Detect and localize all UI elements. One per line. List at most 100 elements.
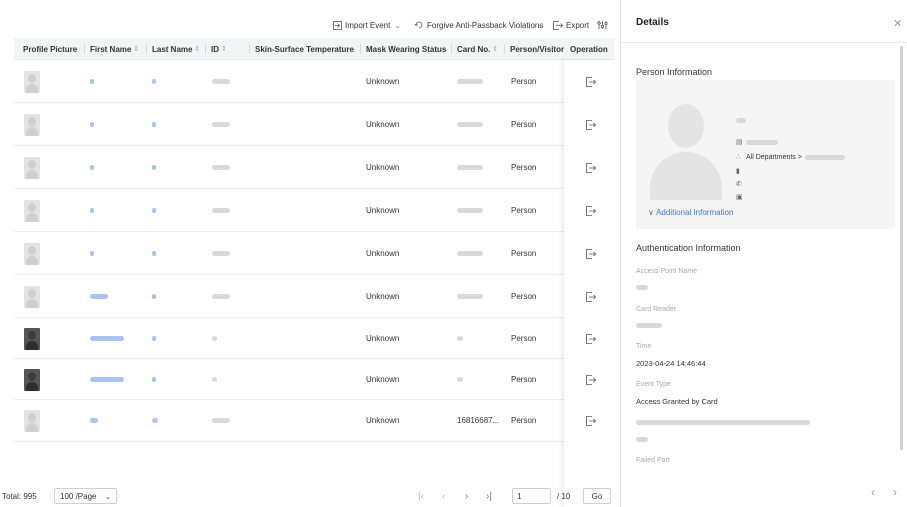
person-id-line: ▤ [736, 137, 778, 147]
profile-picture [24, 200, 40, 222]
first-name-cell[interactable] [90, 359, 124, 399]
table-row[interactable]: Unknown Person [14, 146, 615, 189]
next-page-icon[interactable]: › [465, 486, 468, 507]
event-type-value: Access Granted by Card [636, 397, 718, 406]
first-page-icon[interactable]: |‹ [418, 486, 424, 507]
table-row[interactable]: Unknown Person [14, 60, 615, 103]
col-card-no[interactable]: Card No. ⇕ [457, 38, 498, 60]
profile-picture [24, 71, 40, 93]
table-row[interactable]: Unknown Person [14, 189, 615, 232]
details-scrollbar[interactable] [900, 46, 903, 450]
view-details-icon[interactable] [586, 374, 596, 385]
table-row[interactable]: Unknown Person [14, 232, 615, 275]
first-name-cell[interactable] [90, 275, 108, 317]
last-page-icon[interactable]: ›| [486, 486, 492, 507]
first-name-cell[interactable] [90, 400, 98, 441]
view-details-icon[interactable] [586, 333, 596, 344]
additional-info-link[interactable]: ∨ Additional Information [648, 208, 733, 217]
id-cell [212, 146, 230, 188]
col-label: Operation [570, 44, 608, 54]
col-operation: Operation [570, 38, 608, 60]
table-row[interactable]: Unknown Person [14, 275, 615, 318]
column-divider [360, 44, 361, 54]
import-event-button[interactable]: Import Event ⌄ [333, 12, 401, 38]
view-details-icon[interactable] [586, 248, 596, 259]
view-details-icon[interactable] [586, 119, 596, 130]
last-name-cell[interactable] [152, 60, 156, 102]
col-id[interactable]: ID ⇕ [211, 38, 227, 60]
last-name-cell[interactable] [152, 146, 156, 188]
view-details-icon[interactable] [586, 205, 596, 216]
last-name-cell[interactable] [152, 189, 156, 231]
table-row[interactable]: Unknown Person [14, 318, 615, 359]
last-name-cell[interactable] [152, 232, 156, 274]
details-panel: Details ✕ Person Information ▤ ∴ All Depa… [621, 0, 907, 507]
sort-icon[interactable]: ⇕ [221, 45, 227, 53]
table-row[interactable]: Unknown Person [14, 359, 615, 400]
prev-page-icon[interactable]: ‹ [442, 486, 445, 507]
view-details-icon[interactable] [586, 162, 596, 173]
sort-icon[interactable]: ⇕ [194, 45, 200, 53]
col-profile-picture: Profile Picture [23, 38, 77, 60]
first-name-cell[interactable] [90, 60, 94, 102]
person-visitor-cell: Person [511, 248, 537, 258]
first-name-cell[interactable] [90, 146, 94, 188]
page-size-select[interactable]: 100 /Page ⌄ [54, 488, 118, 504]
toolbar: Import Event ⌄ Forgive Anti-Passback Vio… [0, 12, 617, 38]
mask-status-cell: Unknown [366, 205, 400, 215]
sort-icon[interactable]: ⇕ [133, 45, 139, 53]
access-point-label: Access Point Name [636, 268, 698, 275]
last-name-cell[interactable] [152, 318, 156, 358]
double-chevron-down-icon: ∨ [648, 208, 657, 217]
table-row[interactable]: Unknown Person [14, 103, 615, 146]
table-row[interactable]: Unknown 16816687... Person [14, 400, 615, 442]
last-name-cell[interactable] [152, 103, 156, 145]
mask-status-cell: Unknown [366, 416, 400, 425]
first-name-cell[interactable] [90, 232, 94, 274]
view-details-icon[interactable] [586, 291, 596, 302]
prev-record-icon[interactable]: ‹ [871, 485, 875, 499]
person-card-line: ▮ [736, 166, 746, 176]
page-number-input[interactable]: 1 [512, 488, 551, 504]
first-name-cell[interactable] [90, 103, 94, 145]
card-no-cell [457, 275, 483, 317]
person-department-line: ∴ All Departments > [736, 152, 845, 162]
card-reader-label: Card Reader [636, 306, 677, 313]
column-settings-icon [597, 21, 608, 29]
view-details-icon[interactable] [586, 76, 596, 87]
export-button[interactable]: Export [553, 12, 589, 38]
hidden-field-value [636, 435, 648, 444]
close-icon[interactable]: ✕ [893, 17, 902, 30]
export-icon [553, 20, 563, 30]
first-name-cell[interactable] [90, 189, 94, 231]
col-first-name[interactable]: First Name ⇕ [90, 38, 139, 60]
col-last-name[interactable]: Last Name ⇕ [152, 38, 200, 60]
last-name-cell[interactable] [152, 275, 156, 317]
forgive-anti-passback-button[interactable]: Forgive Anti-Passback Violations [414, 12, 543, 38]
phone-icon: ✆ [736, 181, 742, 188]
profile-picture [24, 369, 40, 391]
id-cell [212, 60, 230, 102]
export-label: Export [566, 20, 590, 30]
last-name-cell[interactable] [152, 400, 158, 441]
last-name-cell[interactable] [152, 359, 156, 399]
go-button[interactable]: Go [583, 488, 611, 504]
id-cell [212, 232, 230, 274]
mask-status-cell: Unknown [366, 291, 400, 301]
next-record-icon[interactable]: › [893, 485, 897, 499]
sort-icon[interactable]: ⇕ [492, 45, 498, 53]
col-label: Profile Picture [23, 44, 78, 54]
profile-picture [24, 328, 40, 350]
card-reader-value [636, 321, 662, 330]
col-label: Skin-Surface Temperature [255, 44, 354, 54]
person-building-line: ▣ [736, 192, 746, 202]
col-label: Person/Visitor [510, 44, 565, 54]
forgive-label: Forgive Anti-Passback Violations [427, 20, 544, 30]
org-tree-icon: ∴ [736, 154, 741, 161]
profile-picture [24, 410, 40, 432]
column-divider [504, 44, 505, 54]
column-divider [146, 44, 147, 54]
column-settings-button[interactable] [597, 12, 611, 38]
view-details-icon[interactable] [586, 416, 596, 426]
first-name-cell[interactable] [90, 318, 124, 358]
